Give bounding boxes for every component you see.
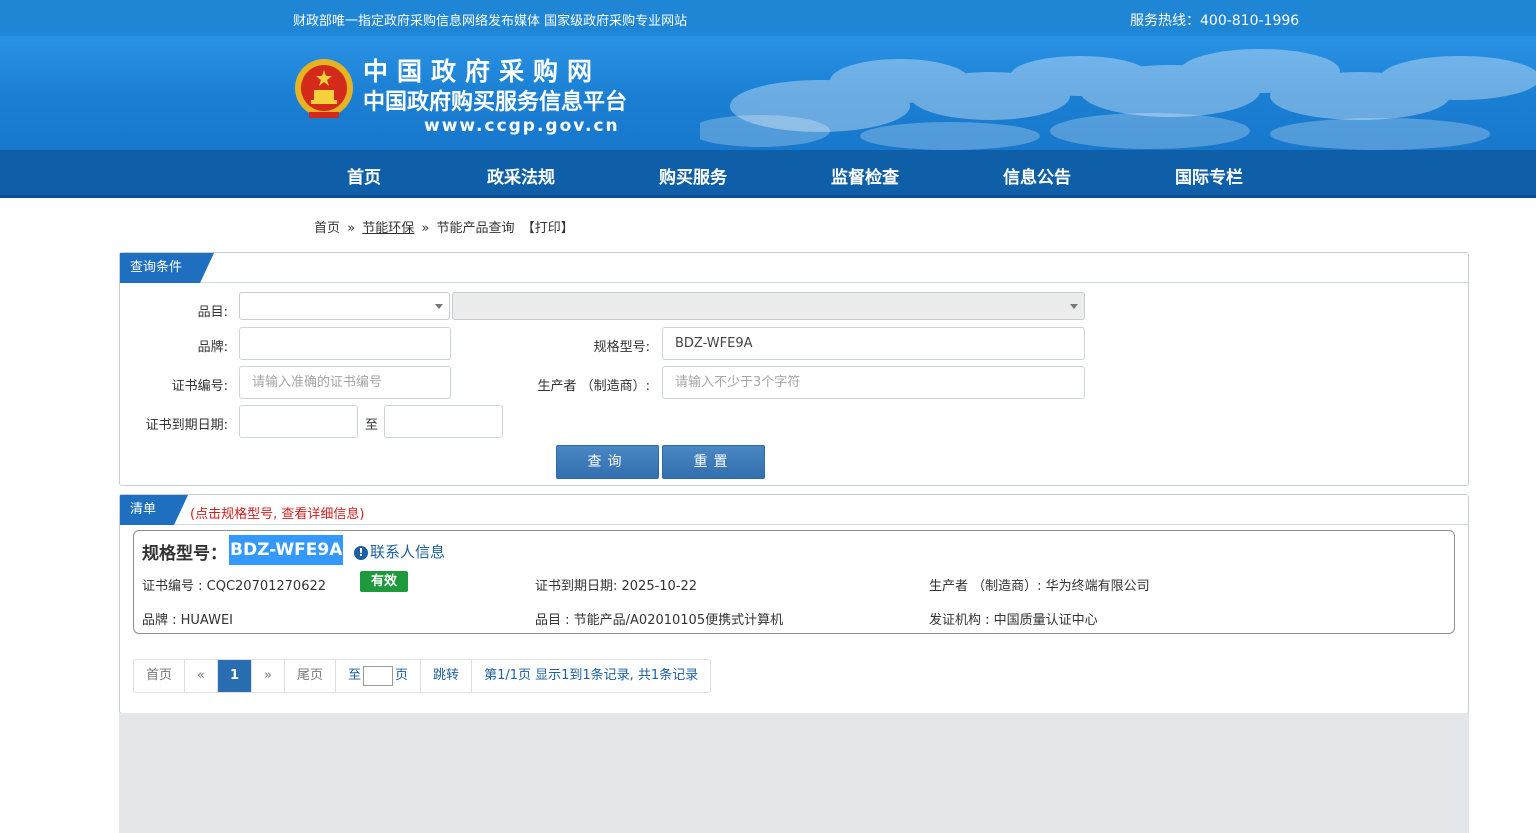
goto-prefix: 至 bbox=[348, 668, 362, 683]
list-panel-tab: 清单 bbox=[120, 495, 188, 525]
nav-item-supervision[interactable]: 监督检查 bbox=[831, 163, 899, 188]
clouds-decoration bbox=[700, 49, 1536, 150]
info-icon: ! bbox=[354, 546, 368, 560]
site-subtitle: 中国政府购买服务信息平台 bbox=[363, 90, 628, 115]
date-range-to-label: 至 bbox=[365, 418, 379, 433]
breadcrumb-separator: » bbox=[421, 221, 430, 236]
category-select[interactable] bbox=[239, 292, 450, 320]
subcategory-select[interactable] bbox=[452, 292, 1085, 320]
model-label: 规格型号: bbox=[593, 340, 650, 355]
print-link[interactable]: 【打印】 bbox=[522, 221, 574, 236]
site-url: www.ccgp.gov.cn bbox=[424, 116, 620, 136]
manufacturer-input[interactable]: 请输入不少于3个字符 bbox=[662, 366, 1085, 399]
contact-info-label: 联系人信息 bbox=[370, 543, 446, 561]
model-link[interactable]: BDZ-WFE9A bbox=[229, 535, 344, 565]
brand-label: 品牌: bbox=[197, 340, 228, 355]
main-nav: 首页 政采法规 购买服务 监督检查 信息公告 国际专栏 bbox=[0, 150, 1536, 198]
goto-page-input[interactable] bbox=[363, 665, 394, 686]
jump-button[interactable]: 跳转 bbox=[421, 660, 473, 692]
breadcrumb-category[interactable]: 节能环保 bbox=[362, 221, 414, 236]
manufacturer: 生产者 （制造商）: 华为终端有限公司 bbox=[929, 579, 1150, 594]
search-button[interactable]: 查询 bbox=[556, 445, 659, 479]
category: 品目 : 节能产品/A02010105便携式计算机 bbox=[535, 613, 784, 628]
expire-date-from[interactable] bbox=[239, 405, 358, 438]
service-hotline: 服务热线：400-810-1996 bbox=[1130, 13, 1300, 29]
reset-button[interactable]: 重置 bbox=[662, 445, 765, 479]
site-title: 中国政府采购网 bbox=[363, 57, 602, 86]
expire-date-label: 证书到期日期: bbox=[145, 418, 228, 433]
chevron-down-icon bbox=[435, 304, 443, 309]
goto-suffix: 页 bbox=[395, 668, 409, 683]
breadcrumb-home[interactable]: 首页 bbox=[314, 221, 340, 236]
expire-date-to[interactable] bbox=[384, 405, 503, 438]
list-item: 规格型号： BDZ-WFE9A ! 联系人信息 证书编号 : CQC2070127… bbox=[133, 530, 1455, 634]
model-input[interactable]: BDZ-WFE9A bbox=[662, 327, 1085, 360]
nav-item-purchase-services[interactable]: 购买服务 bbox=[659, 163, 727, 188]
list-hint: (点击规格型号, 查看详细信息) bbox=[190, 507, 365, 522]
result-list-panel: 清单 (点击规格型号, 查看详细信息) 规格型号： BDZ-WFE9A ! 联系人… bbox=[119, 494, 1469, 714]
breadcrumb-separator: » bbox=[347, 221, 356, 236]
site-banner: 中国政府采购网 中国政府购买服务信息平台 www.ccgp.gov.cn bbox=[0, 36, 1536, 150]
query-panel-header: 查询条件 bbox=[120, 253, 1468, 283]
issuing-authority: 发证机构 : 中国质量认证中心 bbox=[929, 613, 1098, 628]
model-title-label: 规格型号： bbox=[142, 544, 227, 564]
manufacturer-label: 生产者 （制造商）: bbox=[537, 379, 650, 394]
nav-item-international[interactable]: 国际专栏 bbox=[1175, 163, 1243, 188]
next-page-button[interactable]: » bbox=[252, 660, 285, 692]
breadcrumb: 首页 » 节能环保 » 节能产品查询 【打印】 bbox=[314, 217, 577, 236]
cert-number: 证书编号 : CQC20701270622 bbox=[142, 579, 327, 594]
status-badge: 有效 bbox=[360, 571, 408, 592]
nav-item-announcements[interactable]: 信息公告 bbox=[1003, 163, 1071, 188]
nav-item-regulations[interactable]: 政采法规 bbox=[487, 163, 555, 188]
top-strip: 财政部唯一指定政府采购信息网络发布媒体 国家级政府采购专业网站 服务热线：400… bbox=[0, 0, 1536, 36]
chevron-down-icon bbox=[1070, 304, 1078, 309]
brand-input[interactable] bbox=[239, 327, 451, 360]
last-page-button[interactable]: 尾页 bbox=[285, 660, 337, 692]
list-panel-header: 清单 (点击规格型号, 查看详细信息) bbox=[120, 495, 1468, 525]
goto-page-group: 至页 bbox=[336, 660, 422, 692]
query-panel: 查询条件 品目: 品牌: 规格型号: BDZ-WFE9A 证书编号: 请输入准确… bbox=[119, 252, 1469, 486]
nav-item-home[interactable]: 首页 bbox=[347, 163, 381, 188]
breadcrumb-current: 节能产品查询 bbox=[436, 221, 515, 236]
contact-info-link[interactable]: ! 联系人信息 bbox=[354, 541, 445, 562]
first-page-button[interactable]: 首页 bbox=[134, 660, 186, 692]
national-emblem-icon bbox=[295, 59, 353, 118]
footer-area bbox=[119, 713, 1469, 833]
brand: 品牌 : HUAWEI bbox=[142, 613, 234, 628]
expire-date: 证书到期日期: 2025-10-22 bbox=[535, 579, 698, 594]
site-slogan: 财政部唯一指定政府采购信息网络发布媒体 国家级政府采购专业网站 bbox=[293, 14, 688, 29]
cert-no-input[interactable]: 请输入准确的证书编号 bbox=[239, 366, 451, 399]
cert-no-label: 证书编号: bbox=[171, 379, 228, 394]
category-label: 品目: bbox=[197, 305, 228, 320]
pagination: 首页 « 1 » 尾页 至页 跳转 第1/1页 显示1到1条记录, 共1条记录 bbox=[133, 659, 712, 693]
query-panel-tab: 查询条件 bbox=[120, 253, 214, 283]
current-page[interactable]: 1 bbox=[217, 660, 253, 692]
page-summary: 第1/1页 显示1到1条记录, 共1条记录 bbox=[484, 668, 699, 683]
prev-page-button[interactable]: « bbox=[185, 660, 218, 692]
